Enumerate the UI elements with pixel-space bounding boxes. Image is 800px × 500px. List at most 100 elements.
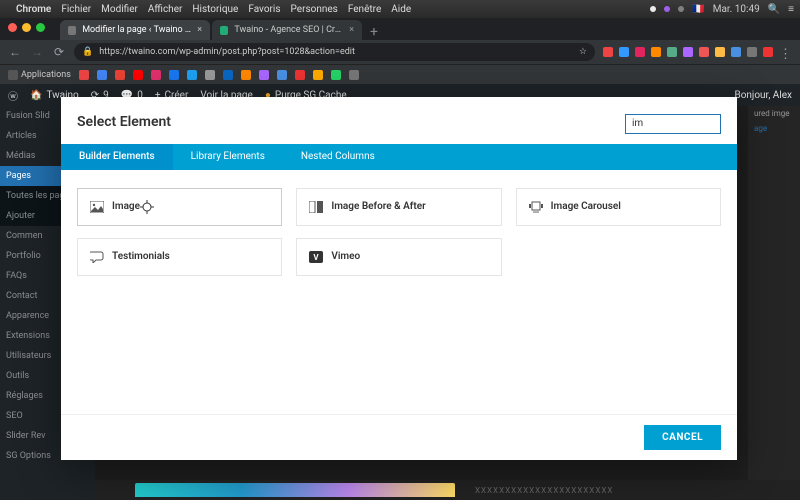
carousel-icon [529, 200, 543, 214]
menu-item[interactable]: Favoris [248, 4, 280, 15]
omnibar: ← → ⟳ 🔒 https://twaino.com/wp-admin/post… [0, 40, 800, 64]
minimize-icon[interactable] [22, 23, 31, 32]
wp-right-panel: ured imge age [748, 106, 800, 500]
bookmark-icon[interactable] [79, 70, 89, 80]
bookmark-icon[interactable] [133, 70, 143, 80]
menu-item[interactable]: Fenêtre [348, 4, 381, 15]
wp-logo-icon[interactable]: ⓦ [8, 88, 18, 103]
bookmark-icon[interactable] [97, 70, 107, 80]
tab-library-elements[interactable]: Library Elements [173, 144, 283, 170]
extensions: ⋮ [603, 47, 792, 57]
bookmark-icon[interactable] [313, 70, 323, 80]
menubar-menus: Fichier Modifier Afficher Historique Fav… [61, 4, 411, 15]
status-icon[interactable] [664, 6, 670, 12]
chrome-menu-icon[interactable]: ⋮ [779, 47, 792, 57]
menu-item[interactable]: Modifier [101, 4, 138, 15]
reload-icon[interactable]: ⟳ [52, 45, 66, 59]
extension-icon[interactable] [635, 47, 645, 57]
rside-item[interactable]: age [748, 121, 800, 136]
mac-menubar: Chrome Fichier Modifier Afficher Histori… [0, 0, 800, 18]
menu-item[interactable]: Aide [391, 4, 411, 15]
spotlight-icon[interactable]: 🔍 [768, 4, 780, 15]
element-card-testimonials[interactable]: Testimonials [77, 238, 282, 276]
status-icon[interactable] [650, 6, 656, 12]
bookmark-icon[interactable] [115, 70, 125, 80]
element-card-image-before-after[interactable]: Image Before & After [296, 188, 501, 226]
bookmarks-bar: Applications [0, 64, 800, 84]
menu-item[interactable]: Personnes [291, 4, 338, 15]
extension-icon[interactable] [763, 47, 773, 57]
vimeo-icon: V [309, 250, 323, 264]
modal-footer: CANCEL [61, 414, 737, 460]
tab-strip: Modifier la page ‹ Twaino — W × Twaino -… [0, 18, 800, 40]
flag-icon[interactable]: 🇫🇷 [692, 4, 704, 15]
search-box [625, 111, 721, 134]
bookmark-icon[interactable] [349, 70, 359, 80]
clock[interactable]: Mar. 10:49 [713, 4, 760, 15]
bookmark-icon[interactable] [223, 70, 233, 80]
tab-builder-elements[interactable]: Builder Elements [61, 144, 173, 170]
apps-shortcut[interactable]: Applications [8, 70, 71, 80]
apps-icon [8, 70, 18, 80]
search-input[interactable] [625, 114, 721, 134]
star-icon[interactable]: ☆ [579, 47, 587, 57]
new-tab-icon[interactable]: + [364, 24, 384, 40]
tab-nested-columns[interactable]: Nested Columns [283, 144, 393, 170]
card-label: Vimeo [331, 251, 360, 262]
modal-header: Select Element [61, 97, 737, 144]
menubar-right: 🇫🇷 Mar. 10:49 🔍 ≡ [650, 4, 794, 15]
modal-body: Image Image Before & After Image Carouse… [61, 170, 737, 415]
compare-icon [309, 200, 323, 214]
extension-icon[interactable] [731, 47, 741, 57]
bookmark-icon[interactable] [241, 70, 251, 80]
extension-icon[interactable] [651, 47, 661, 57]
modal-title: Select Element [77, 114, 171, 130]
status-icon[interactable] [678, 6, 684, 12]
tab-title: Modifier la page ‹ Twaino — W [82, 25, 191, 35]
bookmark-icon[interactable] [259, 70, 269, 80]
forward-icon[interactable]: → [30, 45, 44, 59]
close-tab-icon[interactable]: × [349, 25, 354, 35]
modal-tabs: Builder Elements Library Elements Nested… [61, 144, 737, 170]
wp-greeting[interactable]: Bonjour, Alex [734, 90, 792, 101]
element-card-image[interactable]: Image [77, 188, 282, 226]
element-card-vimeo[interactable]: V Vimeo [296, 238, 501, 276]
extension-icon[interactable] [699, 47, 709, 57]
bookmark-icon[interactable] [331, 70, 341, 80]
back-icon[interactable]: ← [8, 45, 22, 59]
footer-placeholder: XXXXXXXXXXXXXXXXXXXXXXX [475, 486, 613, 495]
bookmark-icon[interactable] [277, 70, 287, 80]
bookmark-icon[interactable] [187, 70, 197, 80]
chrome-window: Modifier la page ‹ Twaino — W × Twaino -… [0, 18, 800, 106]
cancel-button[interactable]: CANCEL [644, 425, 721, 450]
card-label: Image Carousel [551, 201, 621, 212]
extension-icon[interactable] [747, 47, 757, 57]
bookmark-icon[interactable] [205, 70, 215, 80]
extension-icon[interactable] [683, 47, 693, 57]
bookmark-icon[interactable] [169, 70, 179, 80]
quote-icon [90, 250, 104, 264]
bookmark-icon[interactable] [151, 70, 161, 80]
rside-item: ured imge [748, 106, 800, 121]
lock-icon: 🔒 [82, 47, 93, 57]
browser-tab[interactable]: Modifier la page ‹ Twaino — W × [60, 20, 210, 40]
menu-icon[interactable]: ≡ [788, 4, 794, 15]
traffic-lights [8, 23, 45, 32]
menu-item[interactable]: Fichier [61, 4, 91, 15]
browser-tab[interactable]: Twaino - Agence SEO | Croiss × [212, 20, 362, 40]
maximize-icon[interactable] [36, 23, 45, 32]
favicon-icon [220, 26, 228, 35]
extension-icon[interactable] [667, 47, 677, 57]
element-card-image-carousel[interactable]: Image Carousel [516, 188, 721, 226]
bookmark-icon[interactable] [295, 70, 305, 80]
extension-icon[interactable] [715, 47, 725, 57]
menubar-app-name[interactable]: Chrome [16, 4, 51, 15]
close-tab-icon[interactable]: × [197, 25, 202, 35]
close-icon[interactable] [8, 23, 17, 32]
address-bar[interactable]: 🔒 https://twaino.com/wp-admin/post.php?p… [74, 43, 595, 61]
card-label: Image [112, 201, 140, 212]
extension-icon[interactable] [603, 47, 613, 57]
menu-item[interactable]: Afficher [148, 4, 183, 15]
extension-icon[interactable] [619, 47, 629, 57]
menu-item[interactable]: Historique [192, 4, 238, 15]
